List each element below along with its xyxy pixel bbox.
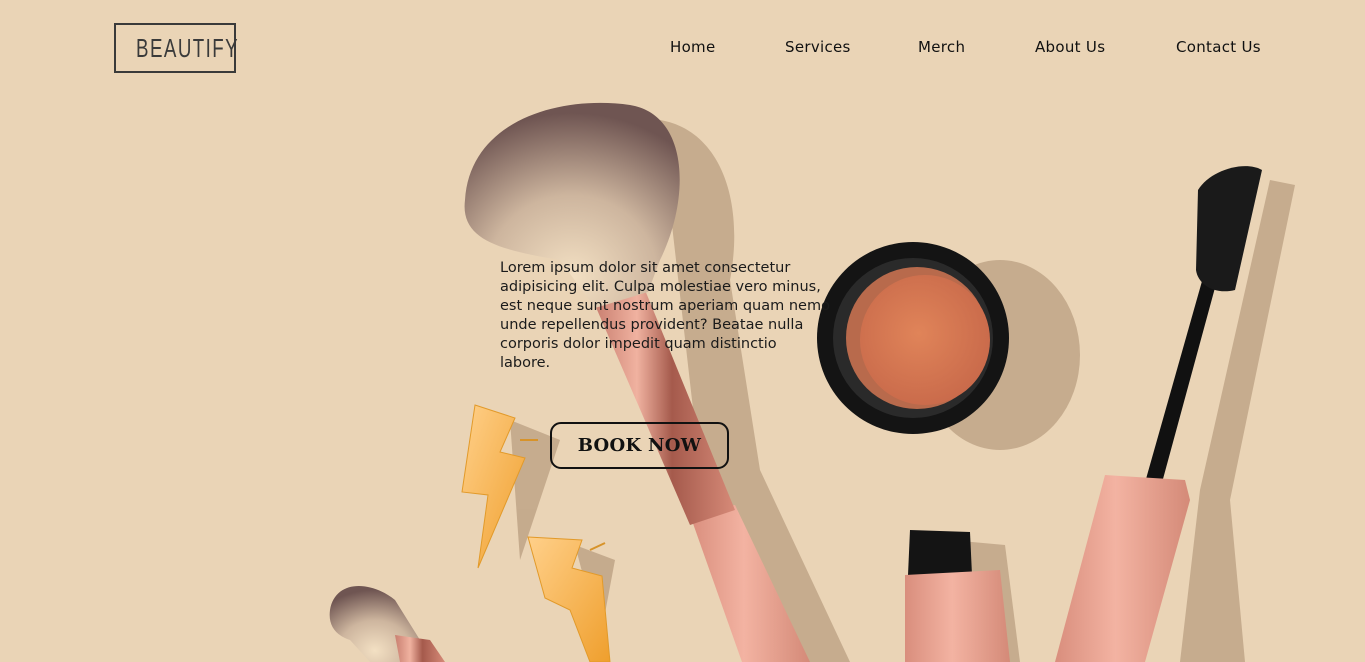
blush-compact-icon xyxy=(817,242,1009,434)
hero-description: Lorem ipsum dolor sit amet consectetur a… xyxy=(500,260,830,371)
makeup-brush-icon xyxy=(464,102,810,662)
book-now-button[interactable]: BOOK NOW xyxy=(550,422,729,469)
